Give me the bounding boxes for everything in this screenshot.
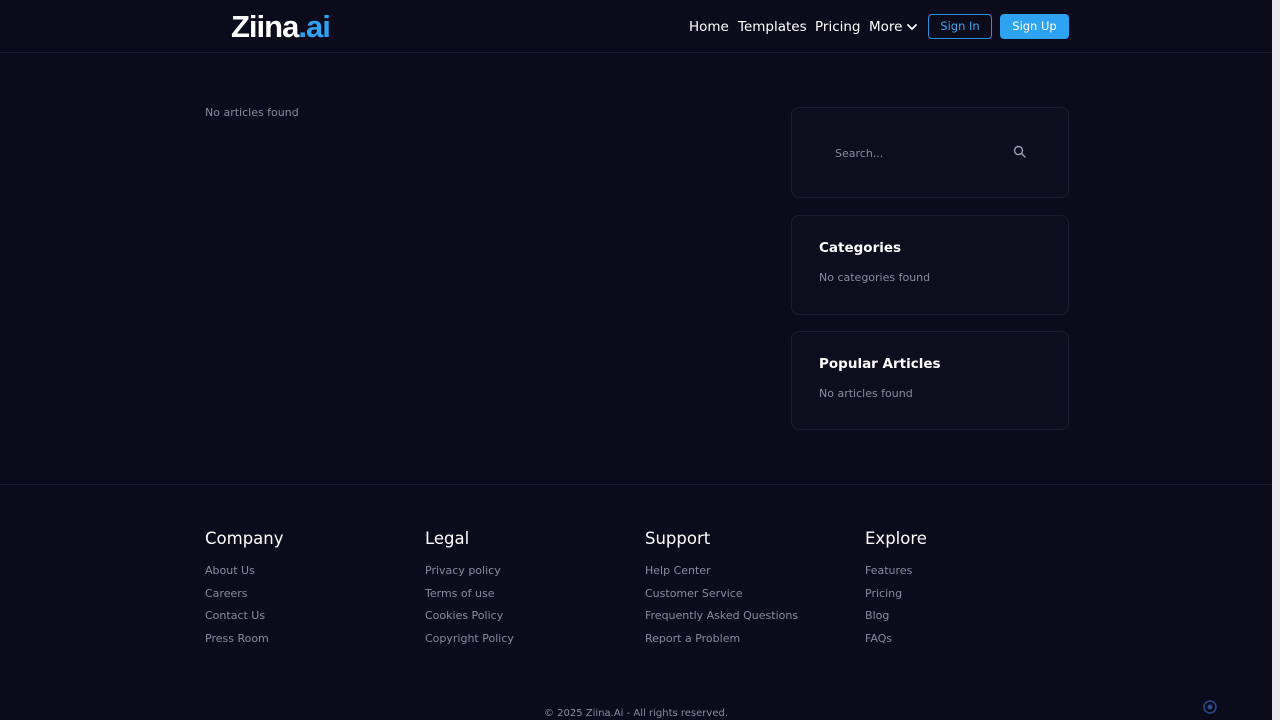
articles-empty-message: No articles found [205,106,299,119]
footer-column-company: Company About Us Careers Contact Us Pres… [205,528,284,651]
logo[interactable]: Ziina.ai [231,9,331,45]
footer-link-faqs[interactable]: FAQs [865,628,927,651]
categories-empty-message: No categories found [819,271,931,284]
footer-heading: Legal [425,529,470,548]
categories-card [791,215,1069,315]
copyright-text: © 2025 Ziina.Ai - All rights reserved. [543,708,729,719]
footer-link-terms-of-use[interactable]: Terms of use [425,583,514,606]
popular-articles-title: Popular Articles [819,356,941,372]
categories-title: Categories [819,240,902,256]
nav-templates[interactable]: Templates [738,16,807,38]
sign-in-button[interactable]: Sign In [928,14,992,39]
site-header: Ziina.ai Home Templates Pricing More Sig… [0,0,1272,53]
footer-link-help-center[interactable]: Help Center [645,560,798,583]
footer-link-press-room[interactable]: Press Room [205,628,284,651]
nav-pricing[interactable]: Pricing [815,16,861,38]
popular-articles-card [791,331,1069,430]
popular-articles-empty-message: No articles found [819,387,913,400]
footer-heading: Explore [865,529,927,548]
footer-link-copyright-policy[interactable]: Copyright Policy [425,628,514,651]
footer-link-report-problem[interactable]: Report a Problem [645,628,798,651]
footer-column-support: Support Help Center Customer Service Fre… [645,528,798,651]
footer-column-legal: Legal Privacy policy Terms of use Cookie… [425,528,514,651]
badge-icon[interactable] [1203,700,1217,714]
footer-link-careers[interactable]: Careers [205,583,284,606]
footer-link-faq[interactable]: Frequently Asked Questions [645,605,798,628]
logo-suffix: .ai [298,9,330,44]
footer-link-features[interactable]: Features [865,560,927,583]
footer-link-blog[interactable]: Blog [865,605,927,628]
chevron-down-icon [907,24,918,30]
footer-column-explore: Explore Features Pricing Blog FAQs [865,528,927,651]
search-icon[interactable] [1013,145,1026,158]
sign-up-button[interactable]: Sign Up [1000,14,1069,39]
scrollbar[interactable] [1272,0,1280,720]
footer-link-about-us[interactable]: About Us [205,560,284,583]
search-input[interactable] [835,144,995,162]
nav-more[interactable]: More [869,16,918,38]
footer-heading: Support [645,529,711,548]
footer-divider [0,484,1272,485]
footer-link-privacy-policy[interactable]: Privacy policy [425,560,514,583]
footer-link-customer-service[interactable]: Customer Service [645,583,798,606]
nav-home[interactable]: Home [689,16,729,38]
footer-heading: Company [205,529,284,548]
footer-link-cookies-policy[interactable]: Cookies Policy [425,605,514,628]
logo-main: Ziina [231,9,299,44]
footer-link-pricing[interactable]: Pricing [865,583,927,606]
nav-more-label: More [869,19,903,35]
footer-link-contact-us[interactable]: Contact Us [205,605,284,628]
